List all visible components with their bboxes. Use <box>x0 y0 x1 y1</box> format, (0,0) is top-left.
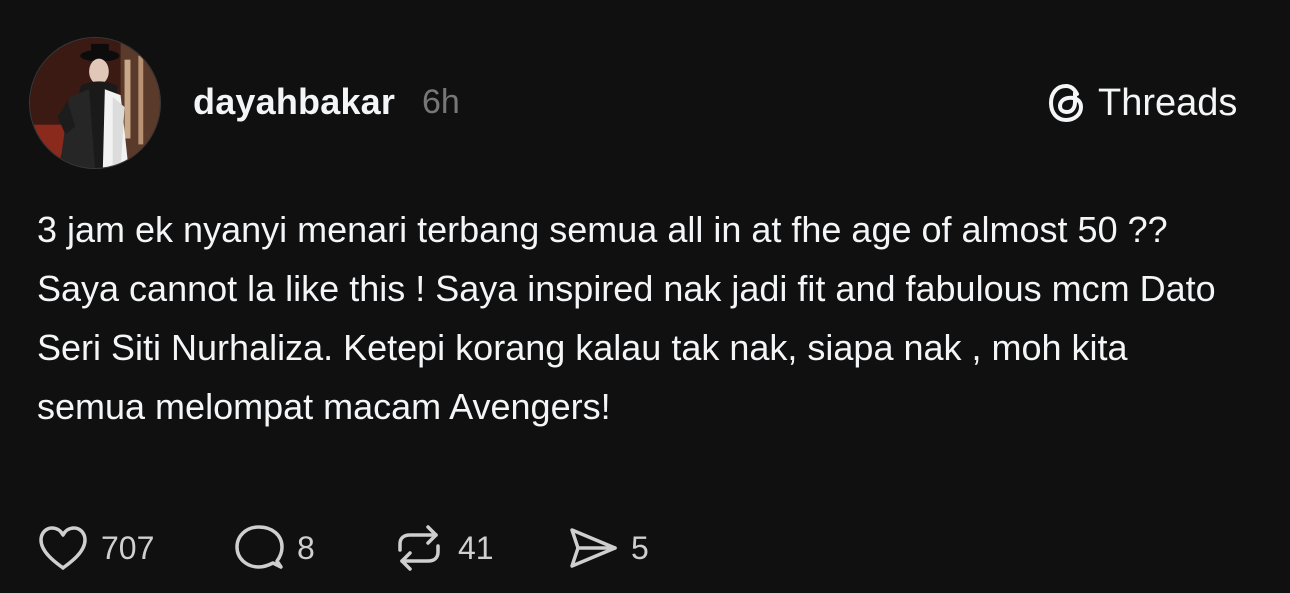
threads-brand[interactable]: Threads <box>1046 80 1237 126</box>
repost-button[interactable]: 41 <box>392 520 494 576</box>
avatar-image <box>30 38 160 168</box>
post-paragraph: Saya cannot la like this ! Saya inspired… <box>37 268 1216 427</box>
speech-bubble-icon <box>235 525 284 569</box>
post-paragraph: 3 jam ek nyanyi menari terbang semua all… <box>37 209 1168 250</box>
repost-count: 41 <box>458 530 494 566</box>
like-count: 707 <box>101 530 155 566</box>
like-button[interactable]: 707 <box>37 520 154 576</box>
post-actions: 707 8 41 5 <box>0 520 1290 576</box>
post-timestamp: 6h <box>422 83 460 121</box>
reply-button[interactable]: 8 <box>233 520 315 576</box>
brand-name: Threads <box>1098 82 1238 124</box>
share-button[interactable]: 5 <box>567 520 649 576</box>
repost-arrows-icon <box>398 525 440 571</box>
reply-count: 8 <box>297 530 315 566</box>
avatar[interactable] <box>29 37 161 169</box>
username[interactable]: dayahbakar <box>193 82 395 122</box>
share-count: 5 <box>631 530 649 566</box>
paper-plane-icon <box>570 528 617 568</box>
heart-icon <box>39 526 87 570</box>
threads-logo-icon <box>1049 84 1083 122</box>
post-body: 3 jam ek nyanyi menari terbang semua all… <box>37 200 1237 436</box>
